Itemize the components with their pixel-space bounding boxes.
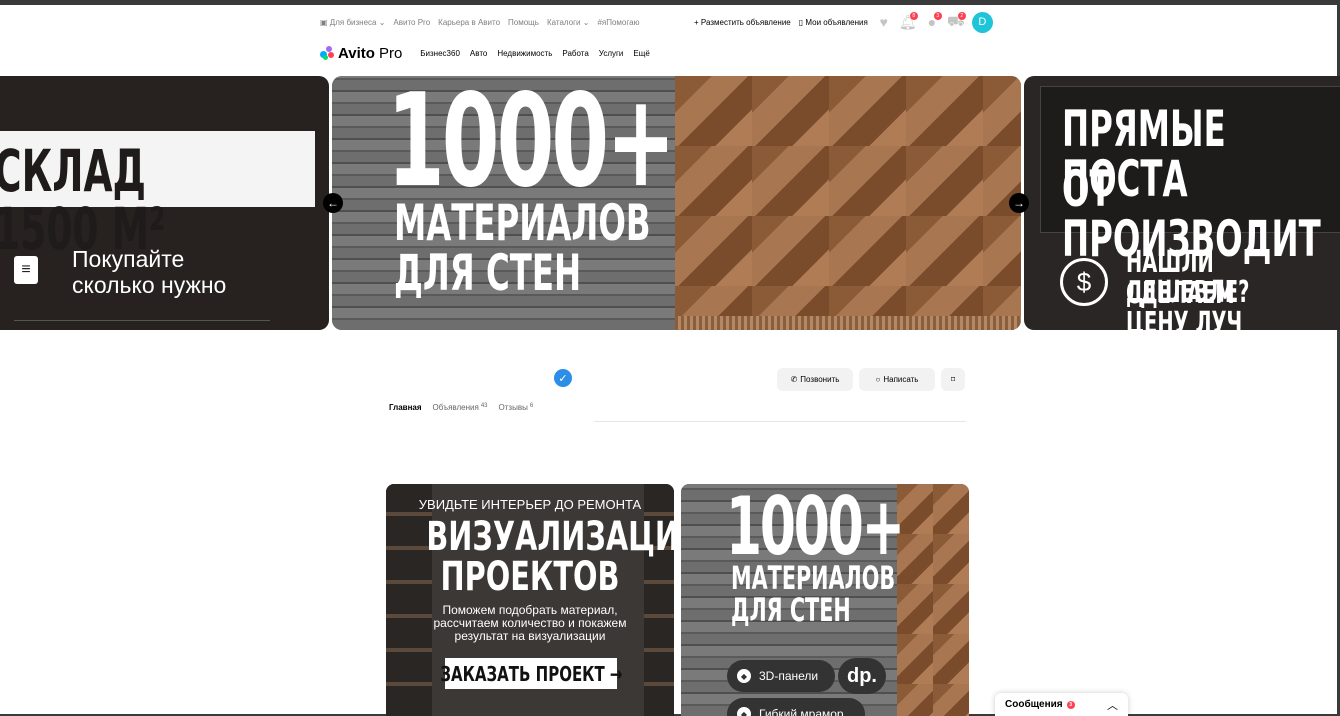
bookmark-button[interactable]: ⌑ — [941, 368, 965, 391]
messages-widget[interactable]: Сообщения 3 ︿ — [995, 693, 1128, 716]
avatar[interactable]: D — [971, 11, 993, 33]
card-kicker: УВИДЬТЕ ИНТЕРЬЕР ДО РЕМОНТА — [418, 497, 642, 512]
messages-badge: 3 — [933, 12, 942, 20]
tab-reviews[interactable]: Отзывы 6 — [499, 403, 534, 412]
shield-icon: ◆ — [737, 707, 751, 716]
slide-line-1: МАТЕРИАЛОВ — [394, 194, 651, 252]
help-link[interactable]: Помощь — [508, 18, 539, 27]
cart-badge: 2 — [957, 12, 966, 20]
divider — [14, 320, 270, 321]
write-button[interactable]: ○ Написать — [859, 368, 935, 391]
card-title-2: ПРОЕКТОВ — [440, 554, 620, 600]
tab-main[interactable]: Главная — [389, 403, 422, 412]
wood-panel-texture — [675, 76, 1021, 330]
clipboard-icon: ≡ — [14, 256, 38, 284]
catalogs-link[interactable]: Каталоги ⌄ — [547, 18, 590, 27]
slide-line-2: ДЛЯ СТЕН — [394, 244, 582, 302]
promo-card-visualization[interactable]: УВИДЬТЕ ИНТЕРЬЕР ДО РЕМОНТА ВИЗУАЛИЗАЦИЯ… — [386, 484, 674, 716]
tabs-divider — [594, 421, 966, 422]
chat-bubble-icon: ○ — [875, 375, 881, 384]
pill-3d-panels: ◆ 3D-панели — [727, 660, 835, 692]
nav-services[interactable]: Услуги — [599, 49, 624, 58]
main-nav: Avito Pro Бизнес360 Авто Недвижимость Раб… — [320, 42, 650, 64]
carousel-slide-warehouse[interactable]: СКЛАД 1500 М² ≡ Покупайте сколько нужно — [0, 76, 329, 330]
nav-realty[interactable]: Недвижимость — [497, 49, 552, 58]
chevron-up-icon[interactable]: ︿ — [1107, 697, 1118, 713]
window-frame-top — [0, 0, 1340, 5]
wood-panel-texture — [897, 484, 969, 716]
favorites-heart-icon[interactable]: ♥ — [876, 14, 892, 30]
card-big-number: 1000+ — [726, 484, 905, 573]
carousel-slide-direct-supply[interactable]: ПРЯМЫЕ ПОСТА ОТ ПРОИЗВОДИТ $ НАШЛИ ДЕШЕВ… — [1024, 76, 1340, 330]
carousel-prev-arrow-icon[interactable]: ← — [323, 193, 343, 213]
nav-auto[interactable]: Авто — [470, 49, 487, 58]
card-line-2: ДЛЯ СТЕН — [731, 591, 851, 629]
slide-text: Покупайте сколько нужно — [72, 246, 227, 298]
card-line-1: МАТЕРИАЛОВ — [731, 559, 896, 597]
dp-brand-logo: dp. — [838, 658, 886, 694]
slide-headline: СКЛАД 1500 М² — [0, 137, 166, 263]
pill-flexible-marble: ◆ Гибкий мрамор — [727, 698, 865, 716]
carousel-next-arrow-icon[interactable]: → — [1009, 193, 1029, 213]
category-links: Бизнес360 Авто Недвижимость Работа Услуг… — [420, 49, 649, 58]
nav-business360[interactable]: Бизнес360 — [420, 49, 460, 58]
i-help-link[interactable]: #яПомогаю — [597, 18, 639, 27]
price-refresh-icon: $ — [1060, 258, 1108, 306]
carousel-slide-materials[interactable]: 1000+ МАТЕРИАЛОВ ДЛЯ СТЕН — [332, 76, 1021, 330]
notifications-badge: 8 — [909, 12, 918, 20]
post-ad-link[interactable]: + Разместить объявление — [694, 18, 791, 27]
bookmark-icon: ⌑ — [950, 375, 956, 384]
card-description: Поможем подобрать материал, рассчитаем к… — [433, 603, 627, 643]
career-link[interactable]: Карьера в Авито — [438, 18, 500, 27]
avito-pro-link[interactable]: Авито Pro — [393, 18, 430, 27]
shelf-left — [386, 484, 432, 716]
avito-dots-icon — [320, 46, 334, 60]
order-project-button[interactable]: ЗАКАЗАТЬ ПРОЕКТ → — [440, 658, 622, 689]
tab-ads[interactable]: Объявления 43 — [433, 403, 488, 412]
slide-sub-2: СДЕЛАЕМ ЦЕНУ ЛУЧ — [1126, 276, 1243, 331]
my-ads-link[interactable]: ▯ Мои объявления — [799, 18, 868, 27]
profile-tabs: Главная Объявления 43 Отзывы 6 — [389, 403, 533, 412]
phone-icon: ✆ — [790, 375, 798, 384]
briefcase-icon: ▣ — [320, 17, 328, 27]
nav-jobs[interactable]: Работа — [562, 49, 588, 58]
top-bar: ▣ Для бизнеса ⌄ Авито Pro Карьера в Авит… — [320, 11, 1020, 33]
avito-pro-logo[interactable]: Avito Pro — [320, 45, 402, 62]
chat-icon[interactable]: ● 3 — [924, 12, 942, 30]
slide-big-number: 1000+ — [387, 76, 676, 216]
notifications-bell-icon[interactable]: 🔔︎ 8 — [899, 12, 918, 30]
wood-slats — [675, 316, 1021, 330]
cart-icon[interactable]: ⛟ 2 — [947, 12, 966, 30]
messages-count-badge: 3 — [1066, 700, 1075, 709]
verified-badge-icon: ✓ — [554, 369, 572, 387]
nav-more[interactable]: Ещё — [633, 49, 649, 58]
call-button[interactable]: ✆ Позвонить — [777, 368, 853, 391]
promo-card-materials[interactable]: 1000+ МАТЕРИАЛОВ ДЛЯ СТЕН ◆ 3D-панели dp.… — [681, 484, 969, 716]
top-links: ▣ Для бизнеса ⌄ Авито Pro Карьера в Авит… — [320, 18, 640, 27]
business-link[interactable]: ▣ Для бизнеса ⌄ — [320, 18, 385, 27]
shield-icon: ◆ — [737, 669, 751, 683]
top-actions: + Разместить объявление ▯ Мои объявления… — [694, 11, 993, 33]
